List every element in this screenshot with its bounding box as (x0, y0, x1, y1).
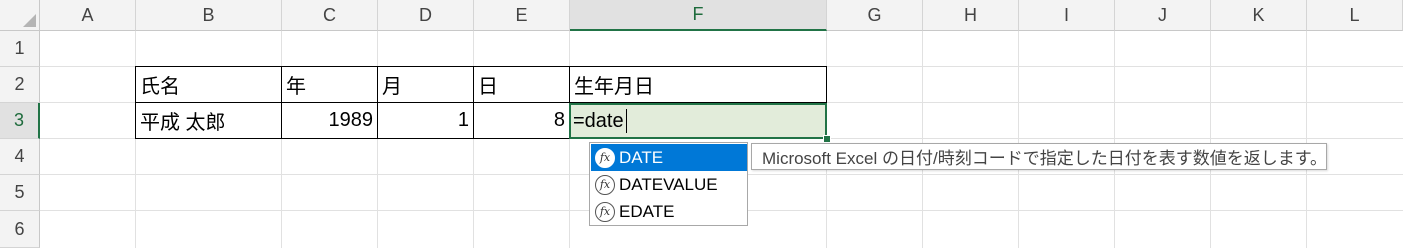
autocomplete-item-label: DATE (619, 147, 664, 167)
column-header-h[interactable]: H (923, 0, 1019, 31)
gridline (1018, 31, 1019, 248)
column-header-d[interactable]: D (378, 0, 474, 31)
formula-text: =date (573, 109, 624, 132)
cell-e2-day-header[interactable]: 日 (474, 67, 569, 102)
gridline (281, 31, 282, 248)
row-header-3[interactable]: 3 (0, 103, 40, 139)
cell-d2-month-header[interactable]: 月 (378, 67, 473, 102)
row-header-2[interactable]: 2 (0, 67, 40, 103)
row-header-1[interactable]: 1 (0, 31, 40, 67)
gridline (1210, 31, 1211, 248)
gridline (1114, 31, 1115, 248)
column-header-e[interactable]: E (474, 0, 570, 31)
gridline (135, 31, 136, 248)
spreadsheet-grid[interactable]: A B C D E F G H I J K L 1 2 3 4 5 6 氏名 年… (0, 0, 1403, 248)
cell-f3-edit[interactable]: =date (573, 104, 627, 138)
gridline (922, 31, 923, 248)
column-header-g[interactable]: G (827, 0, 923, 31)
row-header-4[interactable]: 4 (0, 139, 40, 175)
column-header-i[interactable]: I (1019, 0, 1115, 31)
column-header-b[interactable]: B (136, 0, 282, 31)
cell-c3-year[interactable]: 1989 (282, 103, 377, 138)
autocomplete-item-datevalue[interactable]: fx DATEVALUE (591, 171, 747, 198)
fill-handle[interactable] (823, 135, 831, 143)
gridline (377, 31, 378, 248)
column-header-k[interactable]: K (1211, 0, 1307, 31)
function-tooltip-text: Microsoft Excel の日付/時刻コードで指定した日付を表す数値を返し… (762, 149, 1327, 168)
row-header-5[interactable]: 5 (0, 175, 40, 211)
text-caret (625, 109, 627, 133)
cell-d3-month[interactable]: 1 (378, 103, 473, 138)
cell-e3-day[interactable]: 8 (474, 103, 569, 138)
cell-c2-year-header[interactable]: 年 (282, 67, 377, 102)
table-border-bottom (135, 138, 569, 139)
cell-b3-name[interactable]: 平成 太郎 (136, 103, 281, 138)
column-header-l[interactable]: L (1307, 0, 1403, 31)
column-header-c[interactable]: C (282, 0, 378, 31)
autocomplete-item-date[interactable]: fx DATE (591, 144, 747, 171)
gridline (473, 31, 474, 248)
select-all-corner[interactable] (0, 0, 40, 31)
column-header-j[interactable]: J (1115, 0, 1211, 31)
column-header-a[interactable]: A (40, 0, 136, 31)
autocomplete-item-edate[interactable]: fx EDATE (591, 198, 747, 225)
function-tooltip: Microsoft Excel の日付/時刻コードで指定した日付を表す数値を返し… (751, 143, 1327, 170)
function-icon: fx (595, 201, 615, 222)
cell-b2-name-header[interactable]: 氏名 (136, 67, 281, 102)
gridline (569, 31, 570, 248)
column-header-f[interactable]: F (570, 0, 827, 31)
formula-autocomplete-list: fx DATE fx DATEVALUE fx EDATE (589, 142, 748, 226)
table-border-right (826, 66, 827, 103)
select-all-triangle-icon (23, 14, 36, 27)
autocomplete-item-label: EDATE (619, 201, 675, 221)
autocomplete-item-label: DATEVALUE (619, 174, 718, 194)
cell-f2-birthdate-header[interactable]: 生年月日 (570, 67, 826, 102)
gridline (1306, 31, 1307, 248)
function-icon: fx (595, 147, 615, 168)
function-icon: fx (595, 174, 615, 195)
row-header-6[interactable]: 6 (0, 211, 40, 248)
